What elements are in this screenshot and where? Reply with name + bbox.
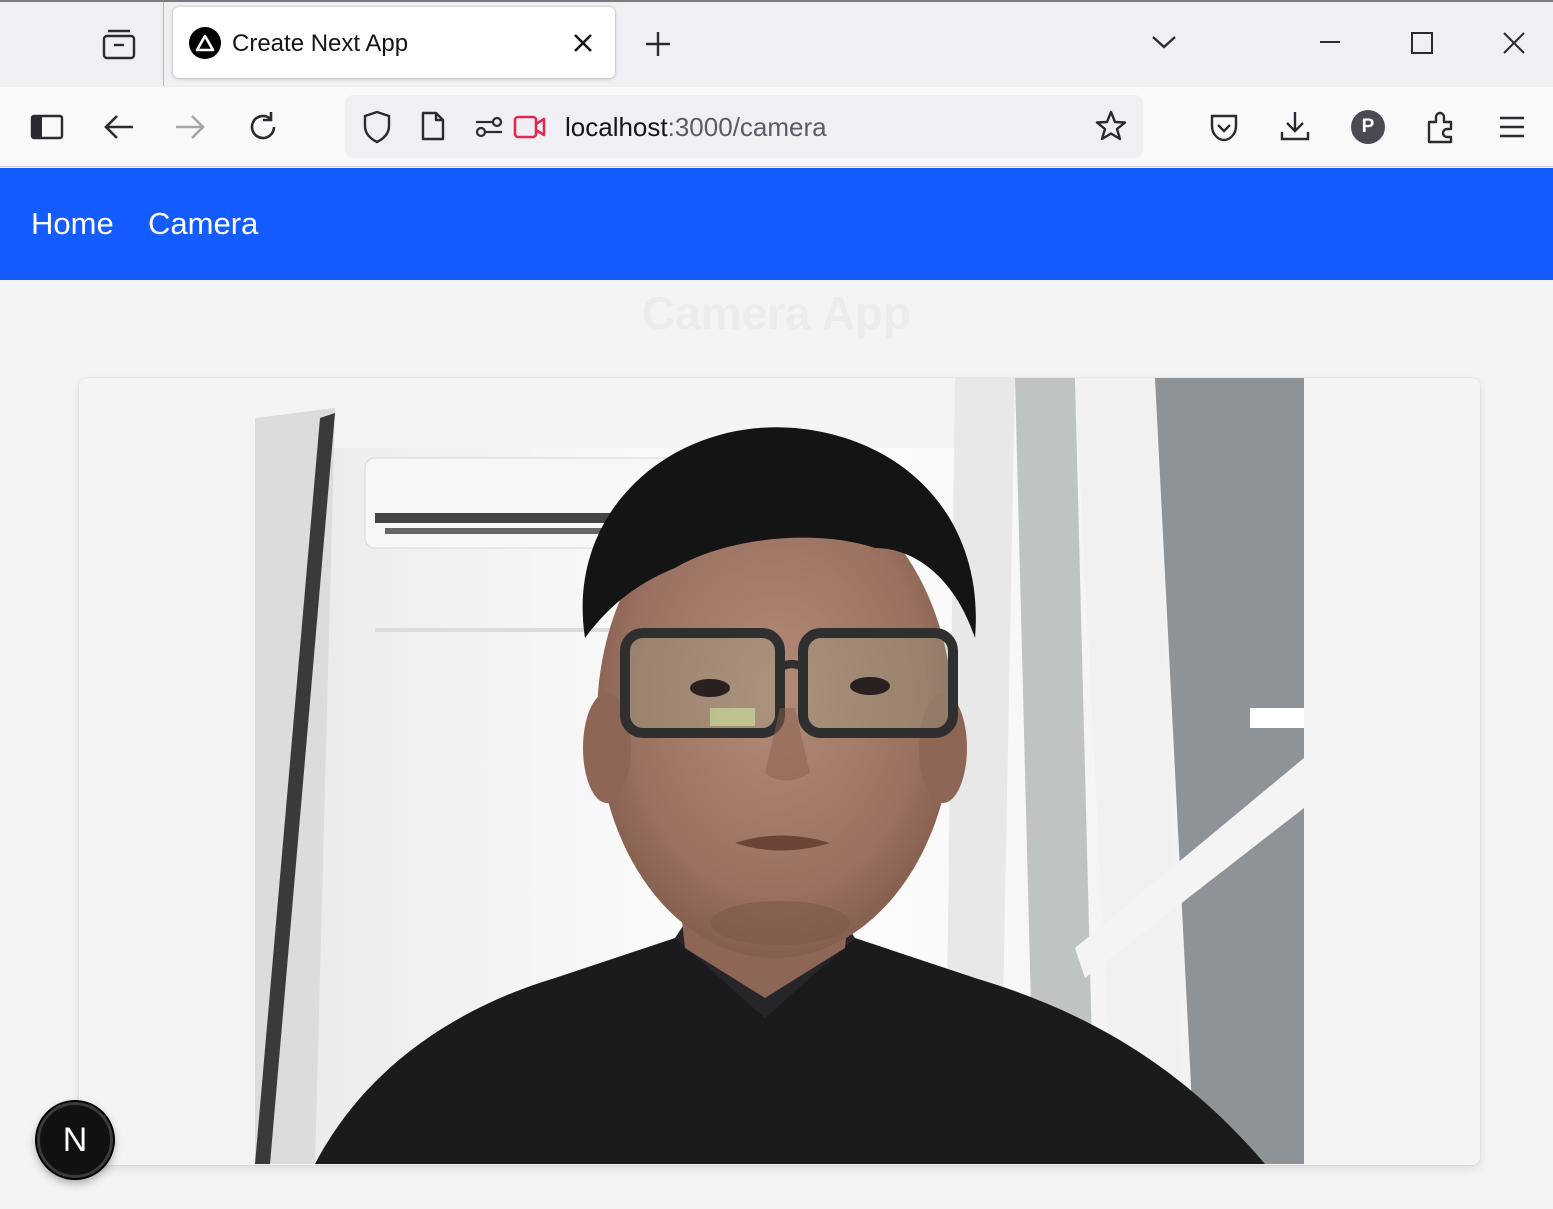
nextjs-dev-indicator[interactable]: N (37, 1102, 113, 1178)
url-text[interactable]: localhost:3000/camera (565, 112, 827, 143)
pocket-icon[interactable] (1207, 112, 1241, 144)
extensions-icon[interactable] (1424, 109, 1458, 145)
minimize-icon[interactable] (1316, 30, 1344, 54)
tab-strip-separator (163, 2, 164, 86)
site-navigation: Home Camera (0, 168, 1553, 280)
active-tab[interactable]: Create Next App (173, 7, 615, 78)
nav-link-camera[interactable]: Camera (148, 206, 258, 242)
permissions-icon[interactable] (473, 115, 505, 139)
list-tabs-icon[interactable] (1149, 30, 1179, 54)
nextjs-favicon-icon (189, 27, 221, 59)
browser-navigation-toolbar: localhost:3000/camera P (0, 87, 1553, 167)
menu-icon[interactable] (1496, 113, 1528, 141)
new-tab-icon[interactable] (643, 29, 673, 59)
forward-icon[interactable] (173, 111, 207, 143)
back-icon[interactable] (102, 111, 136, 143)
url-host: localhost (565, 112, 668, 142)
nav-link-home[interactable]: Home (31, 206, 114, 242)
window-top-border (0, 0, 1553, 2)
shield-icon[interactable] (361, 110, 393, 144)
tab-close-icon[interactable] (569, 29, 597, 57)
reload-icon[interactable] (245, 109, 281, 145)
tab-overview-icon[interactable] (100, 27, 138, 61)
tab-title: Create Next App (232, 30, 409, 57)
profile-avatar[interactable]: P (1351, 110, 1385, 144)
url-bar[interactable]: localhost:3000/camera (345, 95, 1143, 158)
page-title: Camera App (641, 287, 912, 339)
url-path: :3000/camera (667, 112, 827, 142)
sidebar-icon[interactable] (29, 111, 65, 143)
camera-video-feed (255, 378, 1304, 1164)
bookmark-star-icon[interactable] (1094, 109, 1128, 143)
close-window-icon[interactable] (1500, 29, 1528, 57)
camera-in-use-icon[interactable] (513, 113, 547, 141)
camera-card (79, 378, 1480, 1165)
page-icon[interactable] (419, 110, 447, 142)
maximize-icon[interactable] (1408, 29, 1436, 57)
browser-tab-strip: Create Next App (0, 0, 1553, 87)
download-icon[interactable] (1278, 109, 1312, 143)
